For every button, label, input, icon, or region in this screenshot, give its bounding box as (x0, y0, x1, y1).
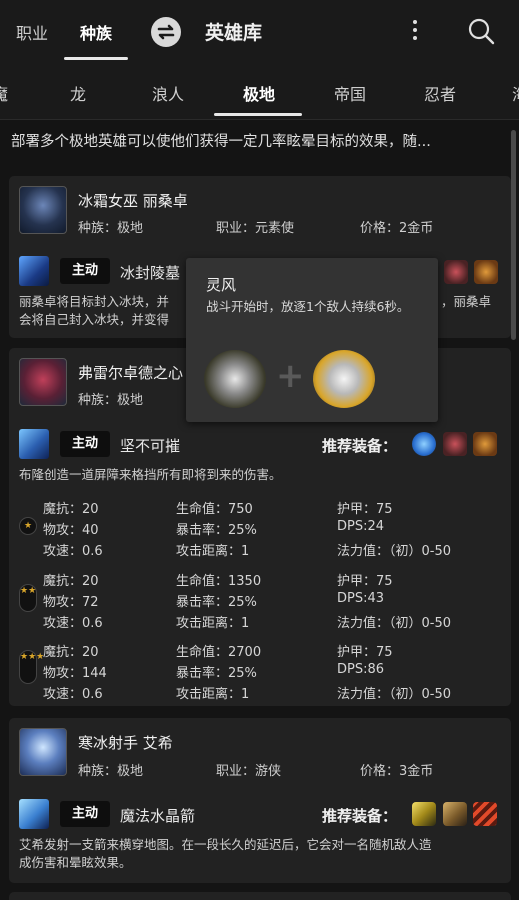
more-vertical-icon[interactable] (405, 16, 425, 46)
swap-icon[interactable] (151, 17, 181, 47)
stat-range: 攻击距离：1 (176, 616, 250, 631)
item-icon[interactable] (443, 802, 467, 826)
active-tag: 主动 (60, 258, 110, 284)
hero-price: 价格：2金币 (360, 221, 434, 236)
hero-race: 种族：极地 (78, 221, 144, 236)
stat-crit: 暴击率：25% (176, 666, 257, 681)
active-tag: 主动 (60, 801, 110, 827)
hero-portrait (19, 358, 67, 406)
item-icon[interactable] (444, 260, 468, 284)
scrollbar[interactable] (511, 130, 516, 340)
stat-hp: 生命值：2700 (176, 645, 262, 660)
top-bar: 职业 种族 英雄库 (0, 0, 519, 62)
item-icon[interactable] (412, 432, 436, 456)
skill-name: 坚不可摧 (120, 437, 181, 455)
stat-hp: 生命值：1350 (176, 574, 262, 589)
race-tab-bar: 魔 龙 浪人 极地 帝国 忍者 海 (0, 62, 519, 120)
stat-attack: 物攻：144 (43, 666, 107, 681)
race-tab-1[interactable]: 龙 (70, 81, 86, 105)
item-icon[interactable] (473, 432, 497, 456)
tab-underline (64, 57, 128, 60)
hero-race: 种族：极地 (78, 764, 144, 779)
skill-description-tail: ，丽桑卓 (441, 294, 492, 309)
hero-name: 寒冰射手 艾希 (78, 734, 173, 752)
star-level-3-badge: ★★★ (19, 650, 44, 684)
hero-card-ashe[interactable]: 寒冰射手 艾希 种族：极地 职业：游侠 价格：3金币 主动 魔法水晶箭 推荐装备… (9, 718, 511, 883)
stat-range: 攻击距离：1 (176, 687, 250, 702)
stat-crit: 暴击率：25% (176, 523, 257, 538)
stat-hp: 生命值：750 (176, 502, 253, 517)
tab-race[interactable]: 种族 (80, 20, 112, 44)
race-tab-3[interactable]: 极地 (243, 81, 275, 105)
star-level-1-badge: ★ (19, 517, 37, 535)
tab-class[interactable]: 职业 (16, 20, 48, 44)
skill-icon (19, 799, 49, 829)
race-tab-0[interactable]: 魔 (0, 81, 8, 105)
stat-attack: 物攻：40 (43, 523, 99, 538)
search-icon[interactable] (466, 16, 496, 46)
stat-magic-resist: 魔抗：20 (43, 502, 99, 517)
recommended-label: 推荐装备： (322, 437, 398, 455)
cloak-icon[interactable] (313, 350, 375, 408)
stat-dps: DPS:86 (337, 662, 385, 677)
plus-icon: + (276, 356, 305, 396)
stat-dps: DPS:24 (337, 519, 385, 534)
stat-mana: 法力值：（初）0-50 (337, 687, 452, 702)
item-icon[interactable] (412, 802, 436, 826)
stat-mana: 法力值：（初）0-50 (337, 616, 452, 631)
hero-price: 价格：3金币 (360, 764, 434, 779)
skill-name: 魔法水晶箭 (120, 807, 196, 825)
race-tab-underline (214, 113, 302, 116)
stat-armor: 护甲：75 (337, 502, 393, 517)
hero-portrait (19, 186, 67, 234)
page-title: 英雄库 (205, 22, 263, 44)
stat-attack-speed: 攻速：0.6 (43, 544, 103, 559)
stat-attack: 物攻：72 (43, 595, 99, 610)
skill-icon (19, 429, 49, 459)
item-tooltip: 灵风 战斗开始时，放逐1个敌人持续6秒。 + (186, 258, 438, 422)
active-tag: 主动 (60, 431, 110, 457)
item-icon[interactable] (474, 260, 498, 284)
skill-description: 布隆创造一道屏障来格挡所有即将到来的伤害。 (19, 467, 282, 482)
hero-race: 种族：极地 (78, 393, 144, 408)
hero-card-next[interactable] (9, 892, 511, 900)
recommended-label: 推荐装备： (322, 807, 398, 825)
skill-description: 丽桑卓将目标封入冰块，并 (19, 294, 170, 309)
stat-attack-speed: 攻速：0.6 (43, 687, 103, 702)
hero-name: 冰霜女巫 丽桑卓 (78, 192, 188, 210)
item-icon[interactable] (473, 802, 497, 826)
skill-description: 艾希发射一支箭来横穿地图。在一段长久的延迟后，它会对一名随机敌人造 (19, 837, 432, 852)
race-tab-2[interactable]: 浪人 (152, 81, 184, 105)
stat-magic-resist: 魔抗：20 (43, 574, 99, 589)
stat-magic-resist: 魔抗：20 (43, 645, 99, 660)
stat-mana: 法力值：（初）0-50 (337, 544, 452, 559)
tooltip-description: 战斗开始时，放逐1个敌人持续6秒。 (206, 299, 410, 314)
stat-armor: 护甲：75 (337, 574, 393, 589)
stat-range: 攻击距离：1 (176, 544, 250, 559)
stat-attack-speed: 攻速：0.6 (43, 616, 103, 631)
stat-crit: 暴击率：25% (176, 595, 257, 610)
hero-class: 职业：游侠 (216, 764, 282, 779)
skill-description: 成伤害和晕眩效果。 (19, 855, 132, 870)
gauntlet-icon[interactable] (204, 350, 266, 408)
hero-name: 弗雷尔卓德之心 (78, 364, 184, 382)
race-tab-6[interactable]: 海 (512, 81, 519, 105)
hero-class: 职业：元素使 (216, 221, 295, 236)
tooltip-title: 灵风 (206, 276, 237, 294)
skill-name: 冰封陵墓 (120, 264, 181, 282)
skill-description: 会将自己封入冰块，并变得 (19, 312, 170, 327)
race-description: 部署多个极地英雄可以使他们获得一定几率眩晕目标的效果，随... (11, 134, 431, 150)
stat-dps: DPS:43 (337, 591, 385, 606)
hero-portrait (19, 728, 67, 776)
race-tab-4[interactable]: 帝国 (334, 81, 366, 105)
stat-armor: 护甲：75 (337, 645, 393, 660)
item-icon[interactable] (443, 432, 467, 456)
skill-icon (19, 256, 49, 286)
race-tab-5[interactable]: 忍者 (424, 81, 456, 105)
star-level-2-badge: ★★ (19, 584, 37, 612)
